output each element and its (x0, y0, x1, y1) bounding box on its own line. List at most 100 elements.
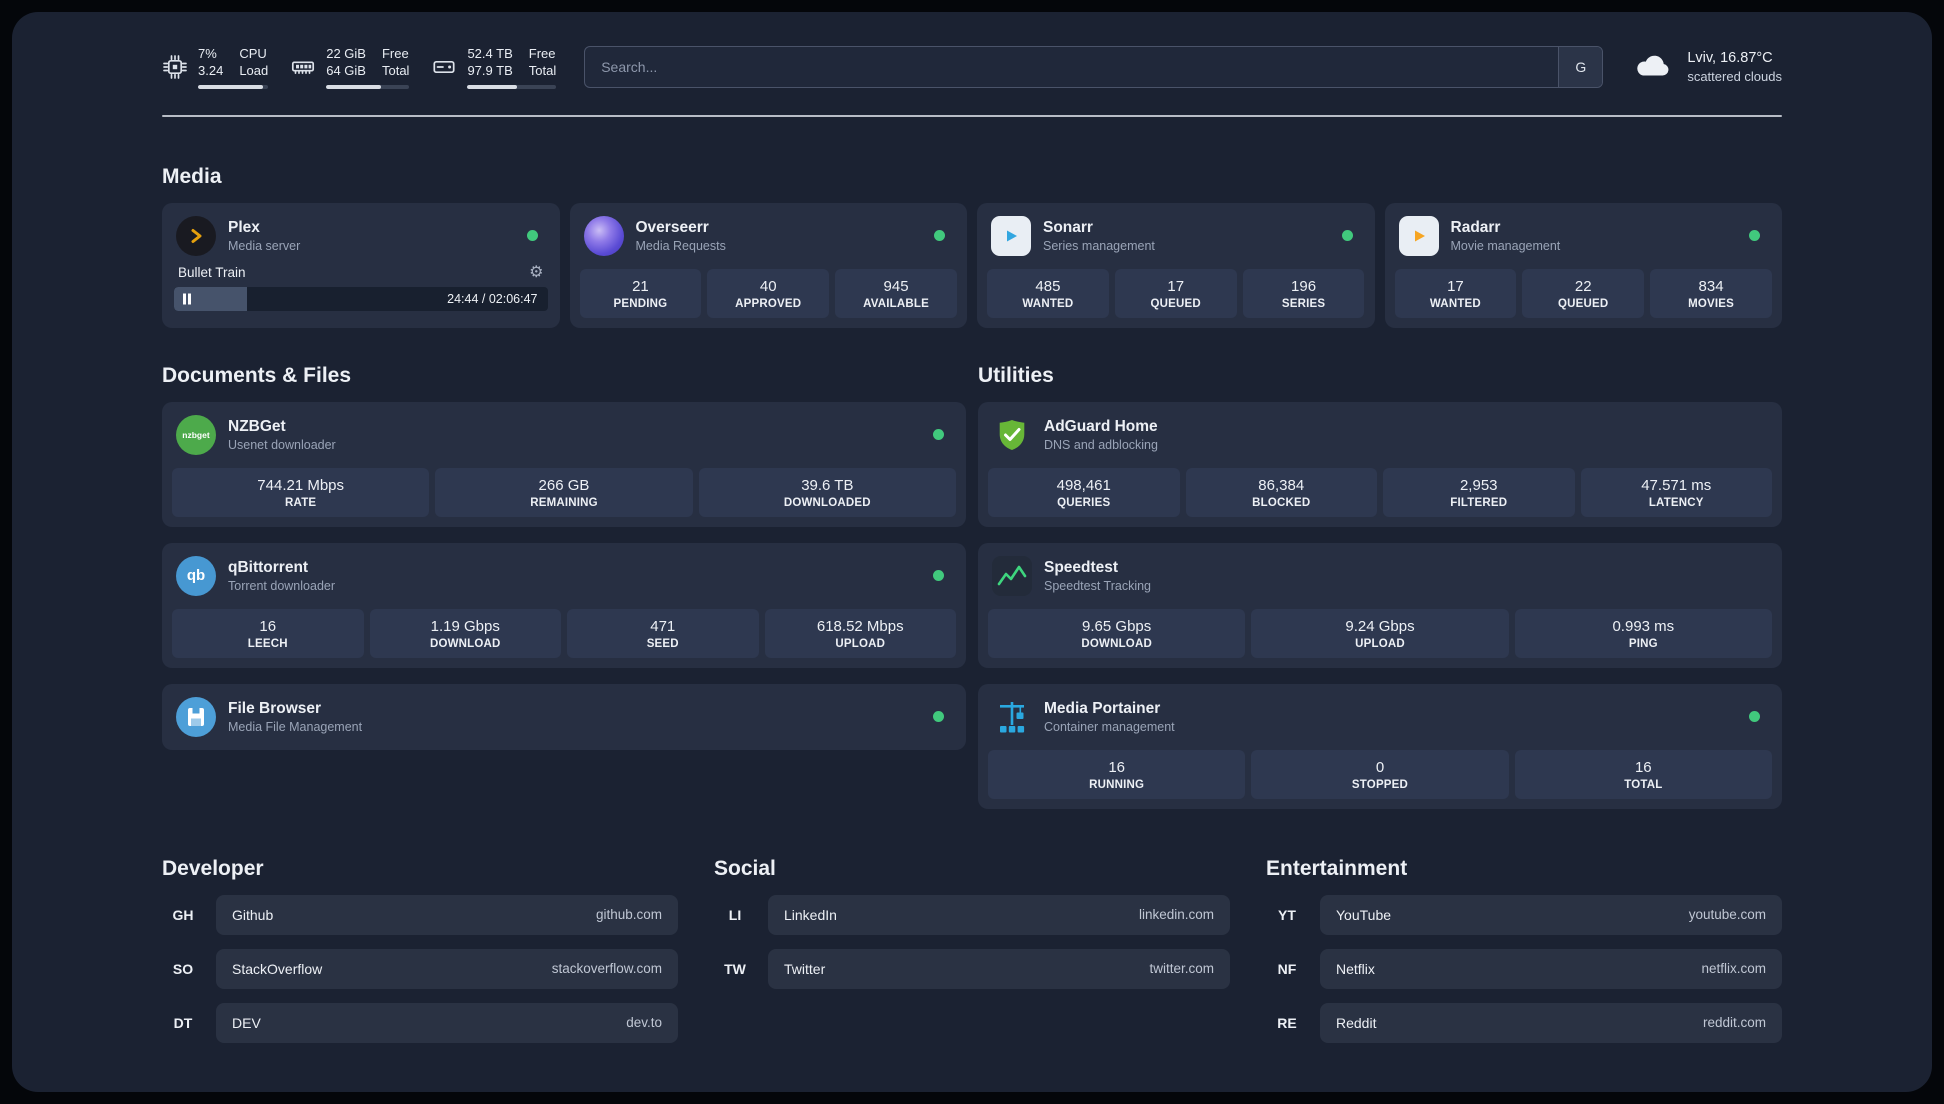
bookmark-link-github[interactable]: Github github.com (216, 894, 678, 935)
status-dot (933, 429, 944, 441)
section-title-media: Media (162, 164, 222, 188)
bookmark-abbr: GH (172, 906, 194, 923)
stat-queued: 22 QUEUED (1522, 268, 1645, 318)
stat-value: 834 (1698, 277, 1724, 295)
qbittorrent-icon-text: qb (186, 567, 206, 585)
bookmark-link-stackoverflow[interactable]: StackOverflow stackoverflow.com (216, 948, 678, 989)
bookmark-link-reddit[interactable]: Reddit reddit.com (1320, 1002, 1782, 1043)
app-card-qbittorrent[interactable]: qb qBittorrent Torrent downloader 16 LEE… (162, 542, 966, 668)
stat-label: DOWNLOAD (1081, 637, 1152, 650)
memory-progress-bar (326, 84, 410, 89)
now-playing-title: Bullet Train (178, 265, 246, 281)
search-input[interactable] (584, 46, 1604, 89)
search-engine-button[interactable]: G (1558, 47, 1603, 88)
stat-label: QUEUED (1150, 297, 1201, 310)
stat-queries: 498,461 QUERIES (988, 467, 1180, 517)
sonarr-icon (991, 215, 1031, 256)
stat-label: BLOCKED (1252, 496, 1311, 509)
stat-filtered: 2,953 FILTERED (1383, 467, 1575, 517)
playback-progress-bar[interactable]: 24:44 / 02:06:47 (174, 286, 548, 311)
stat-value: 16 (1108, 758, 1125, 776)
memory-free-value: 22 GiB (326, 46, 366, 61)
app-card-sonarr[interactable]: Sonarr Series management 485 WANTED 17 Q… (977, 202, 1375, 328)
app-card-overseerr[interactable]: Overseerr Media Requests 21 PENDING 40 A… (569, 202, 967, 328)
stat-value: 22 (1574, 277, 1592, 295)
app-name: qBittorrent (228, 558, 309, 576)
status-dot (933, 570, 944, 582)
bookmark-abbr: TW (724, 960, 746, 977)
app-subtitle: Container management (1044, 719, 1175, 734)
stat-value: 16 (1634, 758, 1652, 776)
cpu-label-bottom: Load (239, 62, 269, 78)
app-card-portainer[interactable]: Media Portainer Container management 16 … (978, 683, 1782, 809)
bookmark-name: Github (232, 906, 274, 923)
stat-value: 9.65 Gbps (1082, 617, 1152, 635)
nzbget-icon: nzbget (176, 414, 216, 455)
bookmark-reddit: RE Reddit reddit.com (1266, 1002, 1782, 1043)
cloud-icon (1631, 50, 1675, 85)
disk-total-value: 97.9 TB (467, 62, 513, 78)
app-card-speedtest[interactable]: Speedtest Speedtest Tracking 9.65 Gbps D… (978, 542, 1782, 668)
status-dot (1749, 711, 1760, 723)
cpu-progress-fill (198, 84, 263, 89)
bookmark-link-dev[interactable]: DEV dev.to (216, 1002, 678, 1043)
stat-queued: 17 QUEUED (1114, 268, 1237, 318)
cpu-label-top: CPU (239, 46, 267, 61)
stat-value: 40 (759, 277, 777, 295)
stat-wanted: 17 WANTED (1394, 268, 1517, 318)
stat-pending: 21 PENDING (579, 268, 702, 318)
stat-label: STOPPED (1351, 778, 1409, 791)
status-dot (526, 230, 538, 242)
section-title-documents: Documents & Files (162, 363, 352, 387)
search-bar: G (584, 46, 1604, 89)
stat-available: 945 AVAILABLE (835, 268, 957, 318)
bookmark-name: DEV (232, 1014, 261, 1031)
settings-icon[interactable]: ⚙ (529, 264, 543, 281)
stat-label: MOVIES (1688, 297, 1735, 310)
app-subtitle: Usenet downloader (228, 437, 336, 452)
qbittorrent-icon: qb (176, 555, 216, 596)
stat-movies: 834 MOVIES (1650, 268, 1772, 318)
bookmark-link-netflix[interactable]: Netflix netflix.com (1320, 948, 1782, 989)
app-subtitle: Media Requests (635, 238, 726, 253)
section-title-utilities: Utilities (978, 363, 1054, 387)
stat-approved: 40 APPROVED (707, 268, 830, 318)
speedtest-icon (992, 555, 1032, 596)
stat-label: RUNNING (1089, 778, 1145, 791)
app-name: Overseerr (635, 218, 709, 236)
memory-total-value: 64 GiB (326, 62, 366, 78)
bookmark-netflix: NF Netflix netflix.com (1266, 948, 1782, 989)
stat-value: 0 (1375, 758, 1385, 776)
bookmark-name: Netflix (1336, 960, 1375, 977)
bookmark-link-linkedin[interactable]: LinkedIn linkedin.com (768, 894, 1230, 935)
app-card-plex[interactable]: Plex Media server Bullet Train ⚙ 24:44 /… (162, 202, 560, 328)
stat-label: PENDING (613, 297, 668, 310)
stat-label: UPLOAD (1355, 637, 1405, 650)
weather-location: Lviv, 16.87°C (1687, 49, 1773, 66)
app-name: Media Portainer (1044, 699, 1161, 717)
cpu-progress-bar (198, 84, 269, 89)
stat-leech: 16 LEECH (172, 608, 364, 658)
weather-widget[interactable]: Lviv, 16.87°C scattered clouds (1631, 49, 1782, 86)
bookmark-linkedin: LI LinkedIn linkedin.com (714, 894, 1230, 935)
app-subtitle: Speedtest Tracking (1044, 578, 1152, 593)
nzbget-icon-text: nzbget (182, 429, 210, 440)
app-card-filebrowser[interactable]: File Browser Media File Management (162, 683, 966, 750)
app-card-radarr[interactable]: Radarr Movie management 17 WANTED 22 QUE… (1384, 202, 1782, 328)
app-card-adguard[interactable]: AdGuard Home DNS and adblocking 498,461 … (978, 401, 1782, 527)
stat-label: PING (1628, 637, 1658, 650)
stat-value: 39.6 TB (801, 476, 854, 494)
memory-icon (290, 54, 316, 80)
stat-value: 17 (1167, 277, 1185, 295)
disk-label-bottom: Total (528, 62, 557, 78)
stat-value: 196 (1291, 277, 1317, 295)
bookmark-link-youtube[interactable]: YouTube youtube.com (1320, 894, 1782, 935)
stat-value: 21 (632, 277, 649, 295)
pause-icon[interactable] (183, 293, 191, 305)
app-card-nzbget[interactable]: nzbget NZBGet Usenet downloader 744.21 M… (162, 401, 966, 527)
bookmark-url: dev.to (626, 1015, 662, 1031)
stat-label: UPLOAD (835, 637, 886, 650)
bookmark-url: twitter.com (1149, 961, 1214, 977)
app-name: File Browser (228, 699, 322, 717)
bookmark-link-twitter[interactable]: Twitter twitter.com (768, 948, 1230, 989)
